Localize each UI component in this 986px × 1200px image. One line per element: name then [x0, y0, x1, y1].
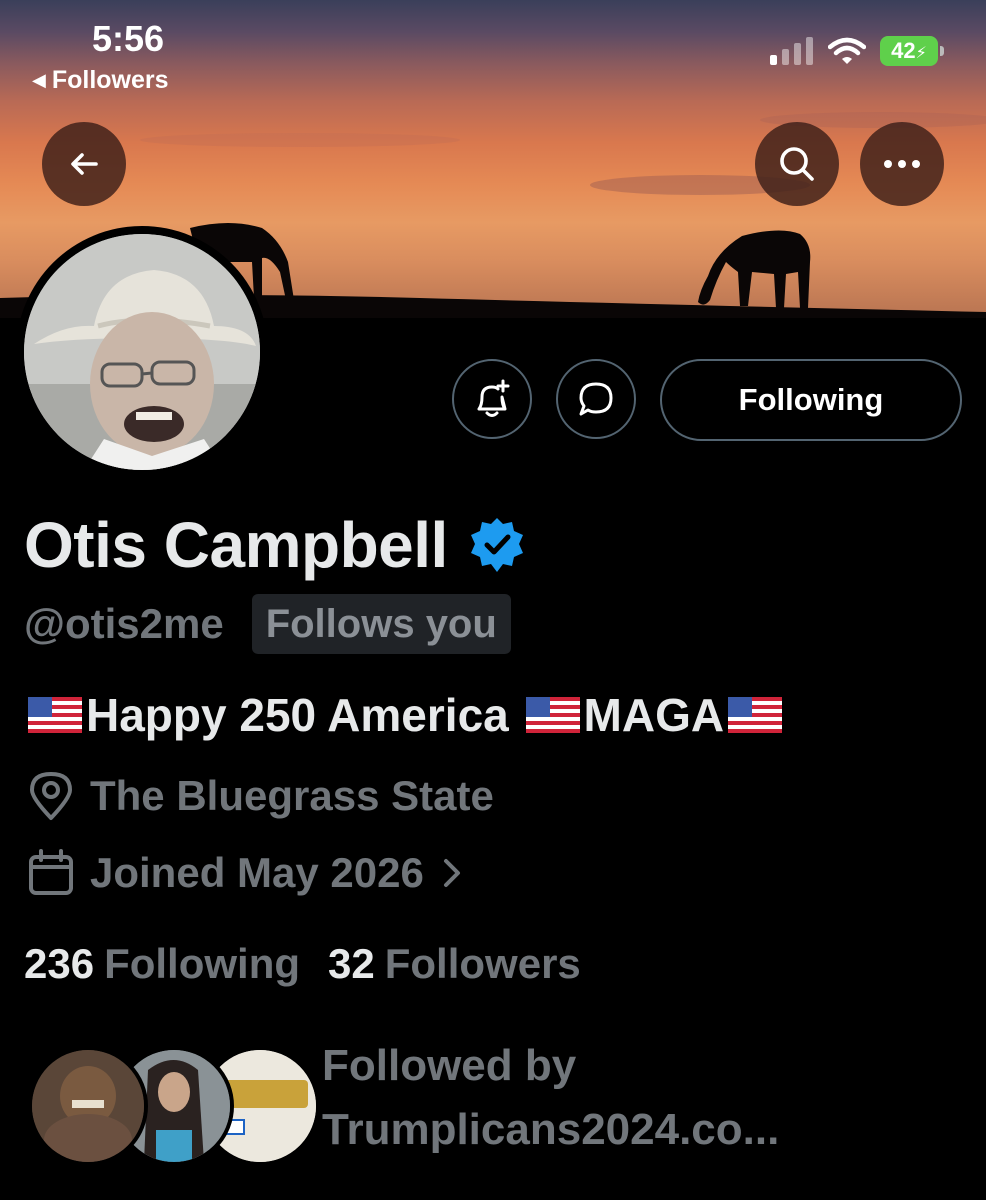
more-horizontal-icon	[884, 160, 920, 168]
name-row: Otis Campbell	[24, 508, 526, 582]
location-text: The Bluegrass State	[90, 772, 494, 819]
message-bubble-icon	[579, 382, 613, 416]
following-count: 236	[24, 940, 95, 987]
profile-avatar[interactable]	[16, 226, 268, 478]
following-stat[interactable]: 236 Following	[24, 940, 300, 988]
username-handle: @otis2me	[24, 600, 224, 647]
notifications-button[interactable]	[452, 359, 532, 439]
display-name: Otis Campbell	[24, 509, 448, 581]
cellular-signal-icon	[770, 37, 813, 65]
chevron-right-icon	[443, 859, 460, 887]
following-label: Following	[104, 940, 301, 987]
profile-page: 5:56 ◀ Followers 42⚡ Following Otis Camp…	[0, 0, 986, 1200]
followers-count: 32	[328, 940, 375, 987]
us-flag-icon	[525, 697, 580, 733]
bio-text-part1: Happy 250 America	[86, 689, 522, 741]
verified-badge-icon[interactable]	[468, 516, 526, 574]
wifi-icon	[828, 37, 866, 64]
status-time: 5:56	[92, 18, 165, 59]
location-row: The Bluegrass State	[26, 770, 494, 822]
location-pin-icon	[30, 772, 72, 820]
calendar-icon	[29, 849, 73, 895]
following-button[interactable]: Following	[660, 359, 962, 441]
us-flag-icon	[28, 697, 82, 733]
charging-bolt-icon: ⚡	[915, 45, 927, 62]
status-back-label: Followers	[51, 66, 169, 94]
followed-by-label: Followed by	[322, 1041, 577, 1090]
profile-bio: Happy 250 America MAGA	[24, 688, 786, 742]
follows-you-badge: Follows you	[251, 594, 511, 654]
follower-avatar	[28, 1046, 148, 1166]
status-indicators: 42⚡	[770, 36, 944, 66]
battery-level: 42	[891, 38, 916, 63]
joined-row[interactable]: Joined May 2026	[26, 848, 466, 898]
message-button[interactable]	[556, 359, 636, 439]
avatar-photo	[24, 234, 260, 470]
bio-text-part2: MAGA	[583, 689, 725, 741]
followers-stat[interactable]: 32 Followers	[328, 940, 581, 988]
us-flag-icon	[728, 697, 783, 733]
followed-by-names: Trumplicans2024.co...	[322, 1105, 780, 1154]
handle-row: @otis2me Follows you	[24, 594, 511, 654]
more-button[interactable]	[860, 122, 944, 206]
arrow-left-icon	[71, 153, 98, 175]
search-icon	[780, 147, 814, 181]
followers-label: Followers	[384, 940, 581, 987]
follow-stats: 236 Following 32 Followers	[24, 940, 581, 988]
back-button[interactable]	[42, 122, 126, 206]
status-back-link[interactable]: ◀ Followers	[32, 66, 169, 95]
joined-date: Joined May 2026	[90, 849, 424, 896]
followed-by-text[interactable]: Followed by Trumplicans2024.co...	[322, 1034, 779, 1162]
followed-by-avatars[interactable]	[28, 1046, 320, 1166]
battery-indicator: 42⚡	[880, 36, 944, 66]
search-button[interactable]	[755, 122, 839, 206]
bell-plus-icon	[477, 379, 510, 417]
back-triangle-icon: ◀	[32, 70, 46, 90]
avatar-man-cowboy-hat-image	[24, 234, 260, 470]
follower-avatar-image	[32, 1050, 144, 1162]
